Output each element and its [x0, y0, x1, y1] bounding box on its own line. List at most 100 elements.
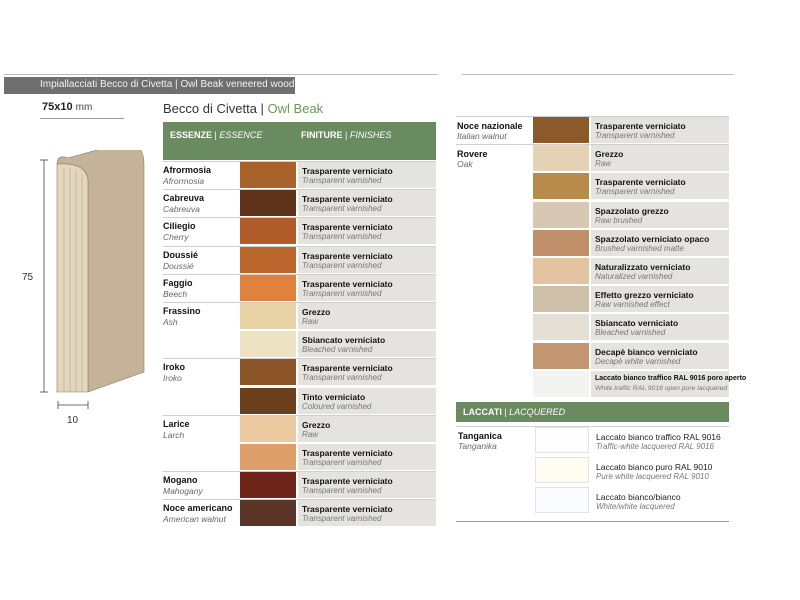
essence-column-header: ESSENZE | ESSENCE — [170, 130, 263, 140]
finishes-column-header: FINITURE | FINISHES — [301, 130, 392, 140]
finish-name: Grezzo — [302, 307, 331, 317]
wood-swatch — [533, 343, 589, 369]
essence-name-en: Cabreuva — [163, 204, 200, 214]
header-title-it: Impiallacciati Becco di Civetta — [40, 79, 173, 90]
size-unit: mm — [75, 102, 93, 113]
top-rule-right — [462, 74, 734, 75]
finish-name-en: Naturalized varnished — [595, 272, 673, 281]
finish-name: Laccato bianco traffico RAL 9016 poro ap… — [595, 375, 747, 382]
finish-name: Trasparente verniciato — [302, 194, 393, 204]
lacquer-swatch — [535, 487, 589, 513]
wood-swatch — [240, 303, 296, 329]
finish-name-en: Transparent varnished — [302, 232, 382, 241]
finish-name: Tinto verniciato — [302, 392, 366, 402]
wood-swatch — [533, 202, 589, 228]
wood-swatch — [240, 416, 296, 442]
finish-name-en: Raw — [595, 159, 612, 168]
lacquer-essence-name-en: Tanganika — [458, 441, 497, 451]
lacquer-header-it: LACCATI — [463, 407, 502, 417]
essence-name: Faggio — [163, 278, 193, 288]
finish-name: Naturalizzato verniciato — [595, 262, 691, 272]
finish-name-en: Raw brushed — [595, 216, 643, 225]
finish-name: Laccato bianco traffico RAL 9016 — [596, 432, 721, 442]
finish-name: Trasparente verniciato — [302, 504, 393, 514]
wood-swatch — [240, 388, 296, 414]
finish-name-en: Transparent varnished — [302, 486, 382, 495]
essence-name-en: Doussié — [163, 261, 194, 271]
wood-swatch — [533, 258, 589, 284]
finish-name-en: Decapè white varnished — [595, 357, 681, 366]
left-table-header — [163, 122, 436, 160]
finishes-header-en: FINISHES — [349, 130, 392, 140]
finish-name-en: Transparent varnished — [302, 373, 382, 382]
finish-name-en: Transparent varnished — [302, 176, 382, 185]
essence-name: Larice — [163, 419, 190, 429]
size-value: 75x10 — [42, 101, 73, 113]
finish-name-en: Raw — [302, 317, 319, 326]
finish-name: Spazzolato grezzo — [595, 206, 669, 216]
bottom-rule — [456, 521, 729, 522]
size-rule — [40, 118, 124, 119]
wood-swatch — [240, 275, 296, 301]
essence-header-en: ESSENCE — [219, 130, 263, 140]
wood-swatch — [533, 230, 589, 256]
product-name-it: Becco di Civetta — [163, 101, 257, 116]
finish-name-en: Bleached varnished — [302, 345, 373, 354]
finish-name: Trasparente verniciato — [302, 279, 393, 289]
essence-name: Noce nazionale — [457, 121, 523, 131]
essence-header-it: ESSENZE — [170, 130, 213, 140]
width-dimension: 10 — [67, 415, 79, 426]
essence-name: Ciliegio — [163, 221, 196, 231]
wood-swatch — [240, 331, 296, 357]
essence-name-en: Mahogany — [163, 486, 203, 496]
wood-swatch — [533, 145, 589, 171]
finish-name-en: Brushed varnished matte — [595, 244, 684, 253]
finish-name: Trasparente verniciato — [302, 222, 393, 232]
essence-name: Doussié — [163, 250, 199, 260]
height-dimension: 75 — [22, 272, 34, 283]
finish-name: Laccato bianco puro RAL 9010 — [596, 462, 713, 472]
finish-name-en: Bleached varnished — [595, 328, 666, 337]
finish-name: Sbiancato verniciato — [595, 318, 679, 328]
essence-name: Rovere — [457, 149, 488, 159]
finish-name: Spazzolato verniciato opaco — [595, 234, 710, 244]
essence-name-en: Iroko — [163, 373, 182, 383]
essence-name-en: American walnut — [163, 514, 226, 524]
essence-name-en: Ash — [163, 317, 178, 327]
finish-name: Grezzo — [302, 420, 331, 430]
lacquer-header-en: LACQUERED — [509, 407, 566, 417]
finish-name-en: Pure white lacquered RAL 9010 — [596, 472, 709, 481]
finish-name: Trasparente verniciato — [302, 476, 393, 486]
essence-name: Mogano — [163, 475, 198, 485]
finish-name: Effetto grezzo verniciato — [595, 290, 694, 300]
finish-name: Laccato bianco/bianco — [596, 492, 681, 502]
finish-name: Sbiancato verniciato — [302, 335, 386, 345]
header-title: Impiallacciati Becco di Civetta | Owl Be… — [40, 79, 295, 90]
finish-name-en: Transparent varnished — [302, 261, 382, 270]
finish-name: Grezzo — [595, 149, 624, 159]
wood-swatch — [240, 247, 296, 273]
essence-name-en: Beech — [163, 289, 188, 299]
wood-swatch — [533, 371, 589, 397]
wood-swatch — [240, 444, 296, 470]
wood-swatch — [240, 472, 296, 498]
wood-swatch — [240, 162, 296, 188]
finish-name-en: Traffic-white lacquered RAL 9016 — [596, 442, 714, 451]
finish-name-en: White/white lacquered — [596, 502, 675, 511]
finish-name-en: Transparent varnished — [595, 131, 675, 140]
wood-swatch — [240, 500, 296, 526]
finish-name: Trasparente verniciato — [302, 166, 393, 176]
wood-swatch — [533, 314, 589, 340]
top-rule-left — [4, 74, 438, 75]
essence-name: Noce americano — [163, 503, 233, 513]
wood-swatch — [533, 286, 589, 312]
finish-name-en: Transparent varnished — [302, 514, 382, 523]
wood-swatch — [533, 117, 589, 143]
finish-name-en: Transparent varnished — [302, 458, 382, 467]
finish-name: Trasparente verniciato — [302, 448, 393, 458]
lacquer-swatch — [535, 457, 589, 483]
product-title: Becco di Civetta | Owl Beak — [163, 101, 324, 116]
lacquer-header-label: LACCATI | LACQUERED — [463, 407, 566, 417]
essence-name: Afrormosia — [163, 165, 212, 175]
profile-drawing — [40, 150, 145, 409]
